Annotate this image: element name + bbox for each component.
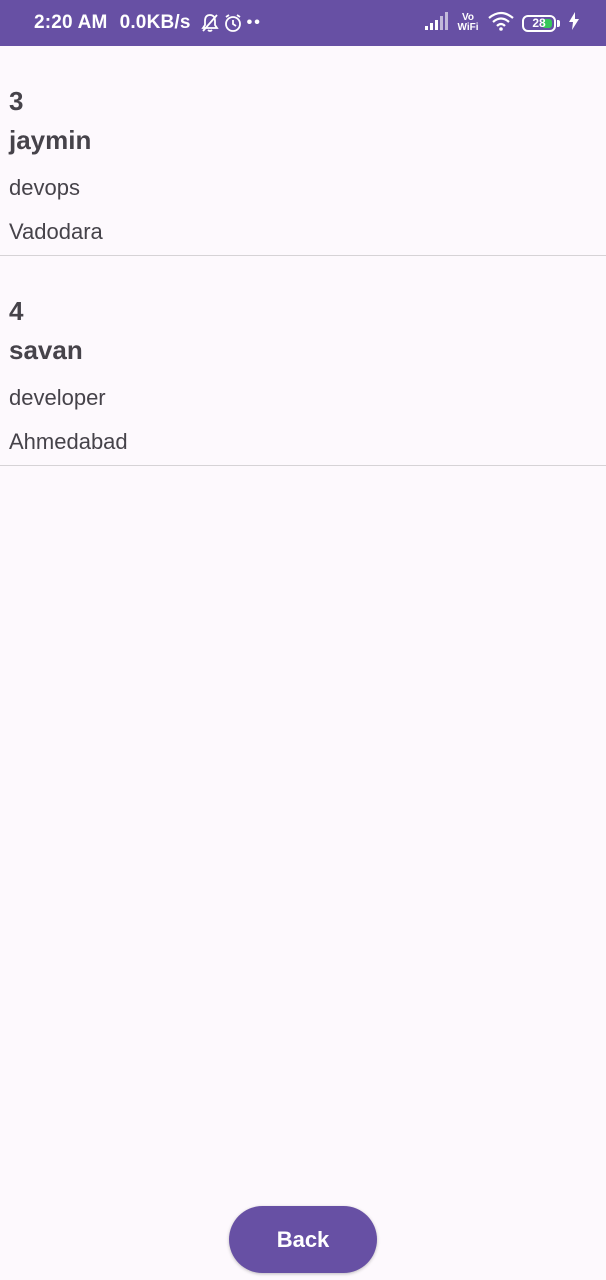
wifi-icon bbox=[488, 11, 514, 36]
record-id: 3 bbox=[9, 86, 24, 116]
battery-icon: 28 bbox=[522, 14, 556, 32]
record-role: developer bbox=[9, 385, 106, 410]
record-list: 3 jaymin devops Vadodara 4 savan develop… bbox=[0, 46, 606, 466]
status-bar: 2:20 AM 0.0KB/s •• Vo WiFi 28 bbox=[0, 0, 606, 46]
battery-nub bbox=[557, 19, 560, 27]
record-city: Ahmedabad bbox=[9, 429, 128, 454]
more-notifications-icon: •• bbox=[246, 14, 262, 31]
network-speed: 0.0KB/s bbox=[119, 12, 191, 33]
status-right: Vo WiFi 28 bbox=[424, 0, 580, 46]
list-item[interactable]: 4 savan developer Ahmedabad bbox=[0, 256, 606, 466]
record-name: savan bbox=[9, 335, 83, 365]
record-city: Vadodara bbox=[9, 219, 103, 244]
back-button[interactable]: Back bbox=[229, 1206, 377, 1273]
vowifi-bottom: WiFi bbox=[457, 22, 479, 33]
record-name: jaymin bbox=[9, 125, 92, 155]
record-role: devops bbox=[9, 175, 80, 200]
alarm-icon bbox=[223, 13, 243, 33]
charging-icon bbox=[568, 11, 580, 35]
status-left: 2:20 AM 0.0KB/s •• bbox=[34, 0, 262, 46]
signal-icon bbox=[424, 11, 448, 35]
screen: 2:20 AM 0.0KB/s •• Vo WiFi 28 3 jaymin d… bbox=[0, 0, 606, 1280]
battery-level: 28 bbox=[532, 16, 546, 30]
bell-off-icon bbox=[200, 13, 219, 33]
list-item[interactable]: 3 jaymin devops Vadodara bbox=[0, 46, 606, 256]
battery-indicator: 28 bbox=[522, 14, 560, 32]
vowifi-icon: Vo WiFi bbox=[456, 13, 480, 33]
record-id: 4 bbox=[9, 296, 24, 326]
status-time: 2:20 AM bbox=[34, 12, 108, 33]
